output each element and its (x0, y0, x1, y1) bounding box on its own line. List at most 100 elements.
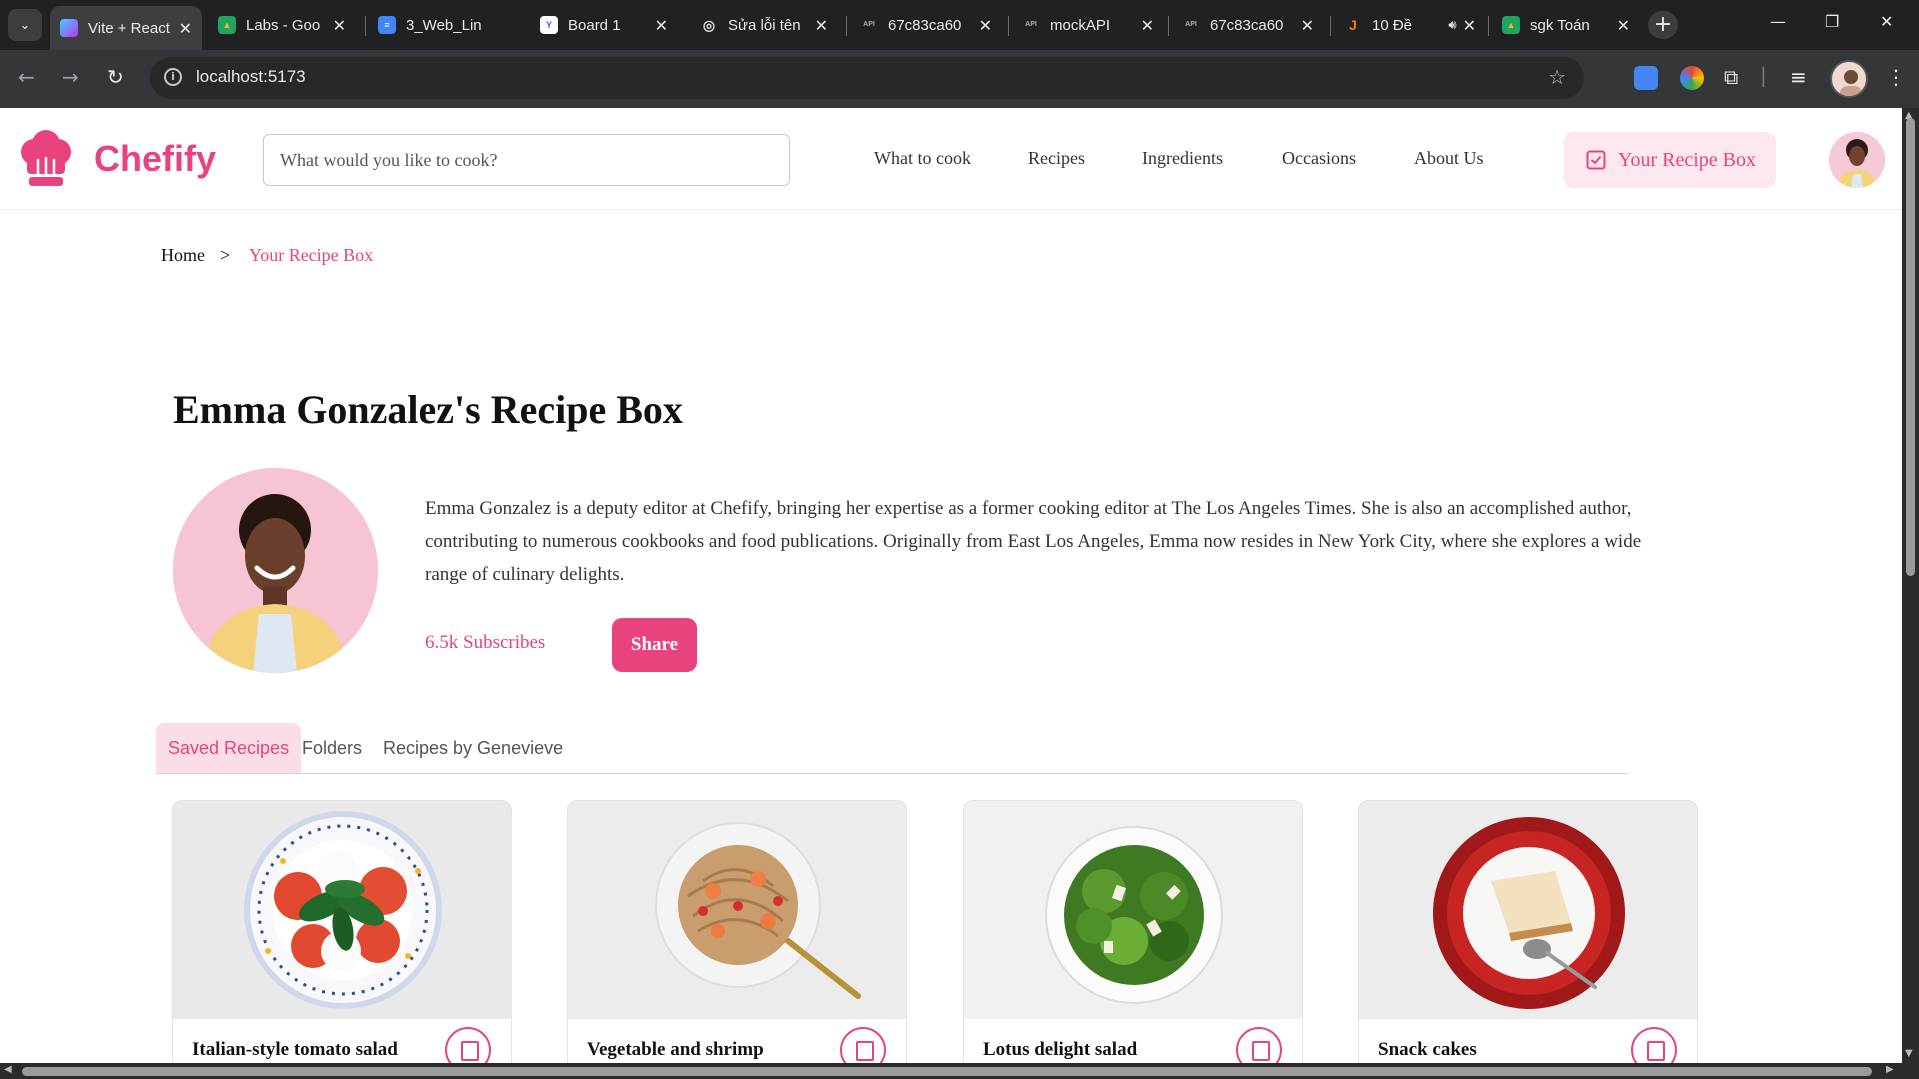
tab-folders[interactable]: Folders (302, 723, 362, 773)
tab-title: mockAPI (1050, 16, 1111, 34)
tab-title: 67c83ca60 (888, 16, 962, 34)
toolbar-divider: | (1760, 63, 1767, 87)
close-icon[interactable]: ✕ (333, 16, 346, 35)
media-control-icon[interactable]: ≡ (1790, 65, 1807, 89)
recipe-image (173, 801, 511, 1019)
subscriber-count: 6.5k Subscribes (425, 632, 546, 653)
recipe-box-label: Your Recipe Box (1618, 148, 1756, 171)
close-icon[interactable]: ✕ (1617, 16, 1630, 35)
mockapi-icon: API (1182, 16, 1200, 34)
browser-profile-avatar[interactable] (1830, 60, 1868, 98)
recipe-card[interactable]: Snack cakes (1358, 800, 1698, 1063)
horizontal-scrollbar[interactable]: ◀ ▶ (0, 1063, 1919, 1079)
scroll-down-icon[interactable]: ▼ (1905, 1048, 1913, 1059)
bookmark-star-icon[interactable]: ☆ (1548, 65, 1566, 89)
author-bio: Emma Gonzalez is a deputy editor at Chef… (425, 498, 1642, 585)
back-icon[interactable]: ← (18, 65, 35, 89)
tab-saved-recipes[interactable]: Saved Recipes (156, 723, 302, 773)
recipe-card[interactable]: Vegetable and shrimp (567, 800, 907, 1063)
page-title: Emma Gonzalez's Recipe Box (173, 387, 683, 432)
tab-recipes-by-genevieve[interactable]: Recipes by Genevieve (383, 723, 563, 773)
tabs-divider (156, 773, 1628, 774)
tab-separator (1168, 16, 1169, 36)
tab-title: Vite + React (88, 19, 170, 37)
browser-tab-active[interactable]: Vite + React ✕ (50, 6, 202, 50)
bookmark-icon[interactable] (445, 1027, 491, 1063)
chef-hat-logo-icon[interactable] (18, 130, 74, 190)
brand-name[interactable]: Chefify (94, 138, 216, 180)
restore-icon[interactable]: ❐ (1825, 12, 1839, 31)
nav-about-us[interactable]: About Us (1414, 148, 1484, 169)
close-icon[interactable]: ✕ (1141, 16, 1154, 35)
close-icon[interactable]: ✕ (1463, 16, 1476, 35)
forward-icon[interactable]: → (62, 65, 79, 89)
address-bar[interactable]: i localhost:5173 ☆ (150, 57, 1584, 99)
speaker-icon[interactable]: 🔊︎ (1448, 18, 1456, 33)
recipe-title: Vegetable and shrimp (587, 1039, 764, 1060)
browser-tab[interactable]: ◎ Sửa lỗi tên ✕ (690, 6, 838, 44)
horizontal-scroll-thumb[interactable] (22, 1067, 1872, 1076)
translate-extension-icon[interactable] (1634, 66, 1658, 90)
browser-tabstrip: ⌄ Vite + React ✕ ▲ Labs - Goo ✕ ≡ 3_Web_… (0, 0, 1919, 50)
drive-icon: ▲ (218, 16, 236, 34)
recipe-title: Snack cakes (1378, 1039, 1477, 1060)
close-icon[interactable]: ✕ (1301, 16, 1314, 35)
breadcrumb-home[interactable]: Home (161, 245, 205, 266)
recipe-title: Lotus delight salad (983, 1039, 1138, 1060)
tab-title: Board 1 (568, 16, 621, 34)
site-info-icon[interactable]: i (164, 68, 182, 86)
new-tab-button[interactable]: + (1648, 11, 1678, 39)
color-extension-icon[interactable] (1680, 66, 1704, 90)
vertical-scroll-thumb[interactable] (1906, 118, 1915, 576)
reload-icon[interactable]: ↻ (107, 65, 124, 89)
share-button[interactable]: Share (612, 618, 697, 672)
browser-tab[interactable]: ▲ sgk Toán ✕ (1492, 6, 1640, 44)
author-photo (173, 468, 378, 673)
browser-tab[interactable]: J 10 Đề 🔊︎ ✕ (1334, 6, 1486, 44)
your-recipe-box-button[interactable]: Your Recipe Box (1564, 132, 1776, 188)
close-icon[interactable]: ✕ (815, 16, 828, 35)
scroll-left-icon[interactable]: ◀ (4, 1064, 12, 1075)
close-icon[interactable]: ✕ (655, 16, 668, 35)
scroll-right-icon[interactable]: ▶ (1886, 1064, 1894, 1075)
bookmark-icon[interactable] (840, 1027, 886, 1063)
tab-search-icon[interactable]: ⌄ (8, 9, 42, 41)
vertical-scrollbar[interactable]: ▲ ▼ (1902, 108, 1919, 1063)
browser-tab[interactable]: API 67c83ca60 ✕ (850, 6, 1002, 44)
drive-icon: ▲ (1502, 16, 1520, 34)
recipe-title: Italian-style tomato salad (192, 1039, 398, 1060)
breadcrumb-current: Your Recipe Box (249, 245, 374, 265)
bookmark-icon[interactable] (1631, 1027, 1677, 1063)
browser-tab[interactable]: ≡ 3_Web_Lin (368, 6, 516, 44)
close-icon[interactable]: ✕ (979, 16, 992, 35)
browser-tab[interactable]: Y Board 1 ✕ (530, 6, 678, 44)
browser-menu-icon[interactable]: ⋮ (1886, 65, 1906, 89)
j-icon: J (1344, 16, 1362, 34)
tab-separator (365, 16, 366, 36)
browser-tab[interactable]: API 67c83ca60 ✕ (1172, 6, 1324, 44)
tab-title: 67c83ca60 (1210, 16, 1284, 34)
docs-icon: ≡ (378, 16, 396, 34)
window-close-icon[interactable]: ✕ (1880, 12, 1893, 31)
nav-recipes[interactable]: Recipes (1028, 148, 1085, 169)
board-icon: Y (540, 16, 558, 34)
browser-tab[interactable]: ▲ Labs - Goo ✕ (208, 6, 356, 44)
checkbox-icon (1586, 150, 1606, 170)
recipe-image (964, 801, 1302, 1019)
recipe-card[interactable]: Italian-style tomato salad (172, 800, 512, 1063)
recipe-image (1359, 801, 1697, 1019)
nav-what-to-cook[interactable]: What to cook (874, 148, 971, 169)
extensions-puzzle-icon[interactable]: ⧉ (1724, 65, 1738, 89)
recipe-card[interactable]: Lotus delight salad (963, 800, 1303, 1063)
user-avatar[interactable] (1829, 132, 1885, 188)
recipe-search-input[interactable] (263, 134, 790, 186)
nav-occasions[interactable]: Occasions (1282, 148, 1356, 169)
nav-ingredients[interactable]: Ingredients (1142, 148, 1223, 169)
browser-tab[interactable]: API mockAPI ✕ (1012, 6, 1164, 44)
tab-title: 10 Đề (1372, 16, 1413, 34)
vite-icon (60, 19, 78, 37)
tab-title: Labs - Goo (246, 16, 321, 34)
close-icon[interactable]: ✕ (179, 19, 192, 38)
minimize-icon[interactable]: — (1770, 12, 1786, 31)
bookmark-icon[interactable] (1236, 1027, 1282, 1063)
